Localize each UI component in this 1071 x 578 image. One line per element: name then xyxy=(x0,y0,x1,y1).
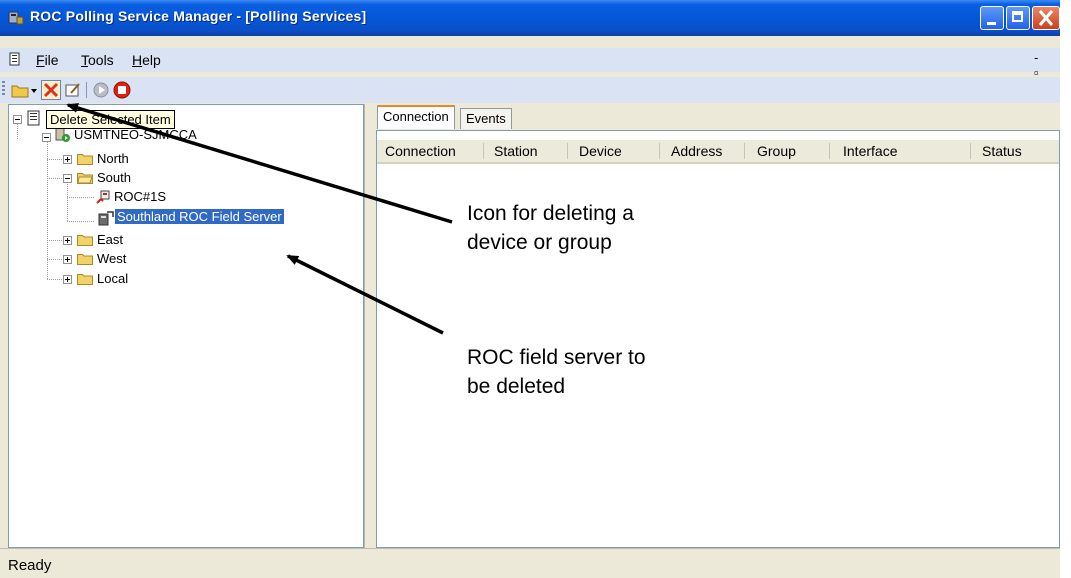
menu-file[interactable]: File xyxy=(36,52,59,68)
detail-pane: Connection Events Connection Station Dev… xyxy=(371,104,1060,548)
tree-collapse-server[interactable] xyxy=(42,133,51,142)
tree-node-west[interactable]: West xyxy=(95,251,128,266)
column-header-station[interactable]: Station xyxy=(494,143,538,159)
folder-icon xyxy=(77,154,93,165)
column-header-interface[interactable]: Interface xyxy=(843,143,897,159)
close-button[interactable] xyxy=(1032,6,1060,30)
list-header: Connection Station Device Address Group … xyxy=(377,140,1059,164)
tree-node-north[interactable]: North xyxy=(95,151,131,166)
column-separator[interactable] xyxy=(970,143,971,159)
menu-tools[interactable]: Tools xyxy=(81,52,114,68)
toolbar xyxy=(0,77,1060,103)
tree-line xyxy=(67,184,68,222)
column-header-group[interactable]: Group xyxy=(757,143,796,159)
field-server-icon xyxy=(98,211,114,226)
status-text: Ready xyxy=(8,557,52,574)
column-separator[interactable] xyxy=(659,143,660,159)
open-folder-icon xyxy=(77,173,93,184)
tab-events[interactable]: Events xyxy=(460,108,512,129)
tree-node-south[interactable]: South xyxy=(95,170,133,185)
tooltip: Delete Selected Item xyxy=(46,110,175,129)
annotation-box: Icon for deleting a device or group xyxy=(443,190,693,268)
column-separator[interactable] xyxy=(567,143,568,159)
menu-help[interactable]: Help xyxy=(132,52,161,68)
pane-splitter[interactable] xyxy=(364,104,371,548)
menu-bar: File Tools Help - ▫ xyxy=(0,48,1060,80)
annotation-delete-line2: device or group xyxy=(467,231,612,254)
window-title: ROC Polling Service Manager - [Polling S… xyxy=(30,8,367,24)
tree-node-server[interactable]: USMTNEO-SJMCCA xyxy=(72,127,199,142)
status-bar: Ready xyxy=(0,548,1060,578)
app-icon xyxy=(8,11,24,25)
document-icon[interactable] xyxy=(9,52,21,66)
tree-collapse-south[interactable] xyxy=(63,174,72,183)
tree-line xyxy=(17,124,18,139)
column-header-device[interactable]: Device xyxy=(579,143,622,159)
toolbar-grip[interactable] xyxy=(2,81,5,97)
edit-properties-icon[interactable] xyxy=(63,80,83,100)
annotation-box: ROC field server to be deleted xyxy=(443,333,715,425)
dropdown-arrow-icon[interactable] xyxy=(28,80,40,100)
column-separator[interactable] xyxy=(483,143,484,159)
close-icon xyxy=(1038,10,1054,26)
app-window: ROC Polling Service Manager - [Polling S… xyxy=(0,0,1060,578)
folder-icon xyxy=(77,254,93,265)
column-header-connection[interactable]: Connection xyxy=(385,143,456,159)
folder-icon xyxy=(77,235,93,246)
title-bar[interactable]: ROC Polling Service Manager - [Polling S… xyxy=(0,0,1060,36)
root-icon xyxy=(27,110,40,126)
tree-node-roc1s[interactable]: ROC#1S xyxy=(112,189,168,204)
start-icon[interactable] xyxy=(91,80,111,100)
annotation-server-line2: be deleted xyxy=(467,375,566,398)
open-folder-icon[interactable] xyxy=(10,80,30,100)
tree-node-southland-roc-field-server[interactable]: Southland ROC Field Server xyxy=(115,209,284,224)
minimize-button[interactable] xyxy=(980,6,1004,30)
toolbar-separator xyxy=(86,82,87,98)
delete-x-icon[interactable] xyxy=(41,80,61,100)
server-icon xyxy=(55,127,70,142)
tree-expand-west[interactable] xyxy=(63,255,72,264)
tree-expand-local[interactable] xyxy=(63,275,72,284)
column-header-status[interactable]: Status xyxy=(982,143,1022,159)
tree-view[interactable]: R USMTNEO-SJMCCA North South xyxy=(8,104,364,548)
tab-connection[interactable]: Connection xyxy=(377,105,455,129)
stop-icon[interactable] xyxy=(112,80,132,100)
tree-node-local[interactable]: Local xyxy=(95,271,130,286)
annotation-delete-line1: Icon for deleting a xyxy=(467,202,634,225)
roc-device-icon xyxy=(96,190,110,204)
mdi-window-controls[interactable]: - ▫ xyxy=(1034,50,1060,80)
annotation-server-line1: ROC field server to xyxy=(467,346,646,369)
tree-expand-east[interactable] xyxy=(63,236,72,245)
folder-icon xyxy=(77,274,93,285)
tree-line xyxy=(67,197,95,198)
tree-node-east[interactable]: East xyxy=(95,232,125,247)
tree-expand-north[interactable] xyxy=(63,155,72,164)
tree-line xyxy=(67,221,95,222)
tree-collapse-root[interactable] xyxy=(13,115,22,124)
column-separator[interactable] xyxy=(744,143,745,159)
column-header-address[interactable]: Address xyxy=(671,143,722,159)
column-separator[interactable] xyxy=(829,143,830,159)
maximize-button[interactable] xyxy=(1006,6,1030,30)
